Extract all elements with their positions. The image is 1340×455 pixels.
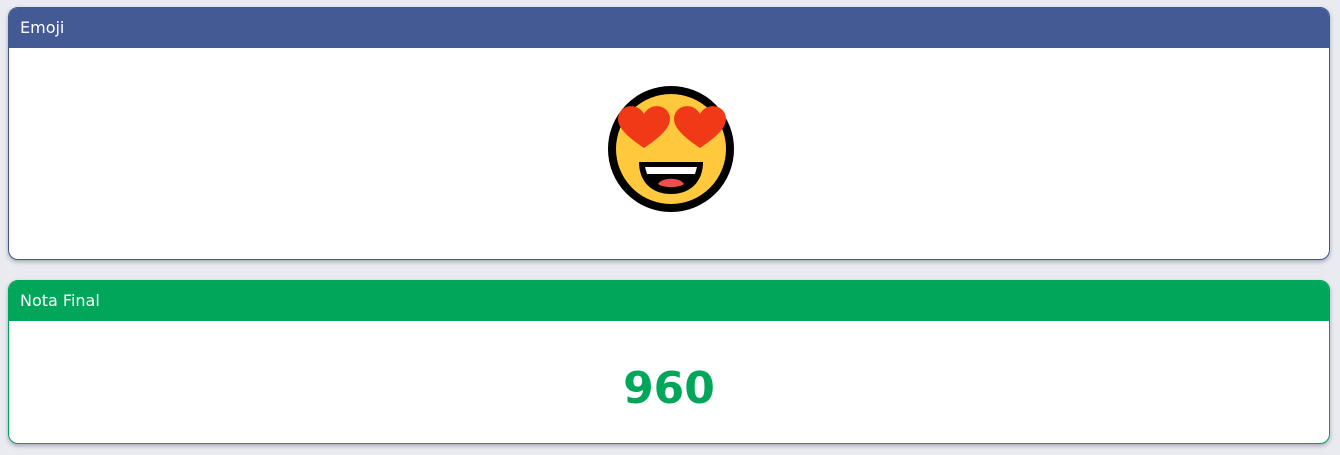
smiling-face-with-heart-eyes-icon [606,84,736,214]
final-grade-card: Nota Final 960 [8,280,1330,444]
final-grade-card-body: 960 [9,321,1329,443]
emoji-card-header: Emoji [9,8,1329,48]
emoji-card: Emoji [8,7,1330,260]
final-grade-value: 960 [623,363,715,414]
emoji-card-body [9,48,1329,259]
final-grade-card-header: Nota Final [9,281,1329,321]
